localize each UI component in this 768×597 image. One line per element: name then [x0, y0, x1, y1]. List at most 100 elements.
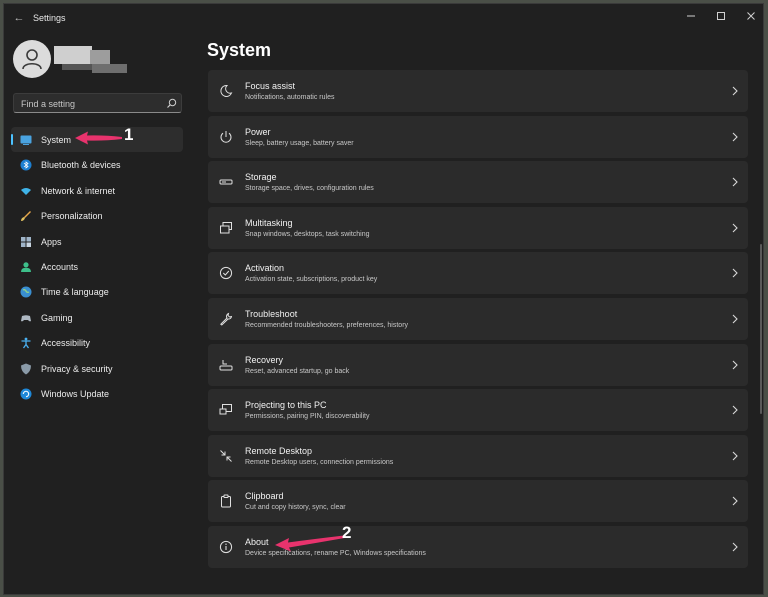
setting-title: Power: [245, 126, 271, 137]
scrollbar[interactable]: [760, 244, 762, 414]
maximize-button[interactable]: [710, 8, 732, 24]
search-box[interactable]: [13, 93, 182, 113]
setting-subtitle: Sleep, battery usage, battery saver: [245, 139, 354, 147]
brush-icon: [21, 211, 31, 222]
chevron-right-icon: [732, 268, 738, 278]
minimize-icon: [687, 15, 695, 17]
setting-title: Recovery: [245, 354, 284, 365]
gamepad-icon: [21, 314, 31, 322]
update-icon: [20, 388, 32, 400]
sidebar-item-time-language[interactable]: Time & language: [11, 279, 183, 304]
setting-clipboard[interactable]: Clipboard Cut and copy history, sync, cl…: [208, 480, 748, 523]
setting-subtitle: Storage space, drives, configuration rul…: [245, 185, 374, 193]
sidebar-item-label: Accounts: [41, 261, 79, 272]
maximize-icon: [717, 12, 725, 20]
check-circle-icon: [219, 267, 233, 280]
back-arrow-icon[interactable]: ←: [12, 11, 26, 25]
settings-list: Focus assist Notifications, automatic ru…: [208, 70, 748, 572]
recovery-icon: [219, 359, 233, 371]
sidebar-item-privacy[interactable]: Privacy & security: [11, 356, 183, 381]
avatar[interactable]: [13, 40, 51, 78]
setting-title: Clipboard: [245, 491, 284, 502]
search-input[interactable]: [19, 96, 163, 112]
setting-title: Troubleshoot: [245, 308, 298, 319]
chevron-right-icon: [732, 177, 738, 187]
sidebar-item-label: System: [41, 135, 72, 145]
info-icon: [219, 540, 233, 554]
annotation-arrow-2: [275, 535, 345, 552]
minimize-button[interactable]: [680, 8, 702, 24]
sidebar-item-accounts[interactable]: Accounts: [11, 254, 183, 279]
bluetooth-icon: [20, 159, 32, 171]
setting-projecting[interactable]: Projecting to this PC Permissions, pairi…: [208, 389, 748, 432]
setting-title: About: [245, 536, 269, 547]
storage-icon: [219, 179, 233, 185]
settings-window: ← Settings System: [3, 3, 764, 595]
setting-subtitle: Reset, advanced startup, go back: [245, 367, 350, 375]
sidebar-item-label: Privacy & security: [41, 363, 113, 374]
sidebar-item-accessibility[interactable]: Accessibility: [11, 330, 183, 355]
setting-subtitle: Permissions, pairing PIN, discoverabilit…: [245, 413, 370, 421]
setting-recovery[interactable]: Recovery Reset, advanced startup, go bac…: [208, 343, 748, 386]
sidebar-item-label: Accessibility: [41, 338, 91, 349]
setting-subtitle: Notifications, automatic rules: [245, 94, 335, 101]
setting-multitasking[interactable]: Multitasking Snap windows, desktops, tas…: [208, 206, 748, 249]
annotation-number-1: 1: [124, 125, 134, 144]
app-title: Settings: [33, 13, 66, 23]
chevron-right-icon: [732, 86, 738, 96]
accessibility-icon: [21, 337, 31, 349]
setting-subtitle: Cut and copy history, sync, clear: [245, 504, 346, 512]
setting-subtitle: Activation state, subscriptions, product…: [245, 276, 378, 284]
close-icon: [747, 12, 755, 20]
close-button[interactable]: [740, 8, 762, 24]
user-name-redacted: [90, 50, 110, 64]
multitasking-icon: [220, 221, 232, 234]
user-email-redacted: [92, 64, 127, 73]
wifi-icon: [21, 187, 31, 195]
setting-remote-desktop[interactable]: Remote Desktop Remote Desktop users, con…: [208, 434, 748, 477]
chevron-right-icon: [732, 405, 738, 415]
account-icon: [21, 262, 31, 272]
user-name-redacted: [54, 46, 92, 64]
setting-title: Projecting to this PC: [245, 400, 327, 411]
sidebar-item-label: Gaming: [41, 312, 73, 323]
person-icon: [22, 49, 42, 70]
sidebar-item-apps[interactable]: Apps: [11, 229, 183, 254]
sidebar-item-label: Apps: [41, 236, 62, 247]
monitor-icon: [20, 135, 32, 145]
setting-subtitle: Remote Desktop users, connection permiss…: [245, 458, 394, 466]
setting-storage[interactable]: Storage Storage space, drives, configura…: [208, 161, 748, 204]
chevron-right-icon: [732, 132, 738, 141]
sidebar-item-label: Time & language: [41, 287, 109, 298]
clipboard-icon: [221, 494, 231, 508]
setting-title: Remote Desktop: [245, 445, 313, 456]
setting-troubleshoot[interactable]: Troubleshoot Recommended troubleshooters…: [208, 297, 748, 340]
setting-title: Storage: [245, 172, 277, 183]
sidebar-item-personalization[interactable]: Personalization: [11, 203, 183, 228]
setting-title: Activation: [245, 263, 285, 274]
projecting-icon: [219, 404, 232, 415]
sidebar-item-gaming[interactable]: Gaming: [11, 305, 183, 330]
chevron-right-icon: [732, 360, 738, 369]
chevron-right-icon: [732, 314, 738, 324]
chevron-right-icon: [732, 496, 738, 506]
setting-activation[interactable]: Activation Activation state, subscriptio…: [208, 252, 748, 295]
setting-focus-assist[interactable]: Focus assist Notifications, automatic ru…: [208, 70, 748, 112]
title-bar: ← Settings: [4, 4, 763, 34]
sidebar-item-label: Personalization: [41, 211, 103, 222]
search-icon[interactable]: [166, 98, 177, 109]
setting-title: Focus assist: [245, 81, 296, 91]
globe-clock-icon: [20, 286, 32, 298]
wrench-icon: [220, 312, 233, 326]
chevron-right-icon: [732, 223, 738, 233]
sidebar-item-windows-update[interactable]: Windows Update: [11, 381, 183, 406]
setting-power[interactable]: Power Sleep, battery usage, battery save…: [208, 115, 748, 158]
chevron-right-icon: [732, 542, 738, 552]
sidebar-item-bluetooth[interactable]: Bluetooth & devices: [11, 152, 183, 177]
annotation-arrow-1: [75, 131, 122, 145]
sidebar-item-network[interactable]: Network & internet: [11, 178, 183, 203]
sidebar-item-label: Network & internet: [41, 185, 116, 196]
shield-icon: [21, 363, 31, 375]
setting-subtitle: Snap windows, desktops, task switching: [245, 230, 370, 238]
chevron-right-icon: [732, 451, 738, 461]
